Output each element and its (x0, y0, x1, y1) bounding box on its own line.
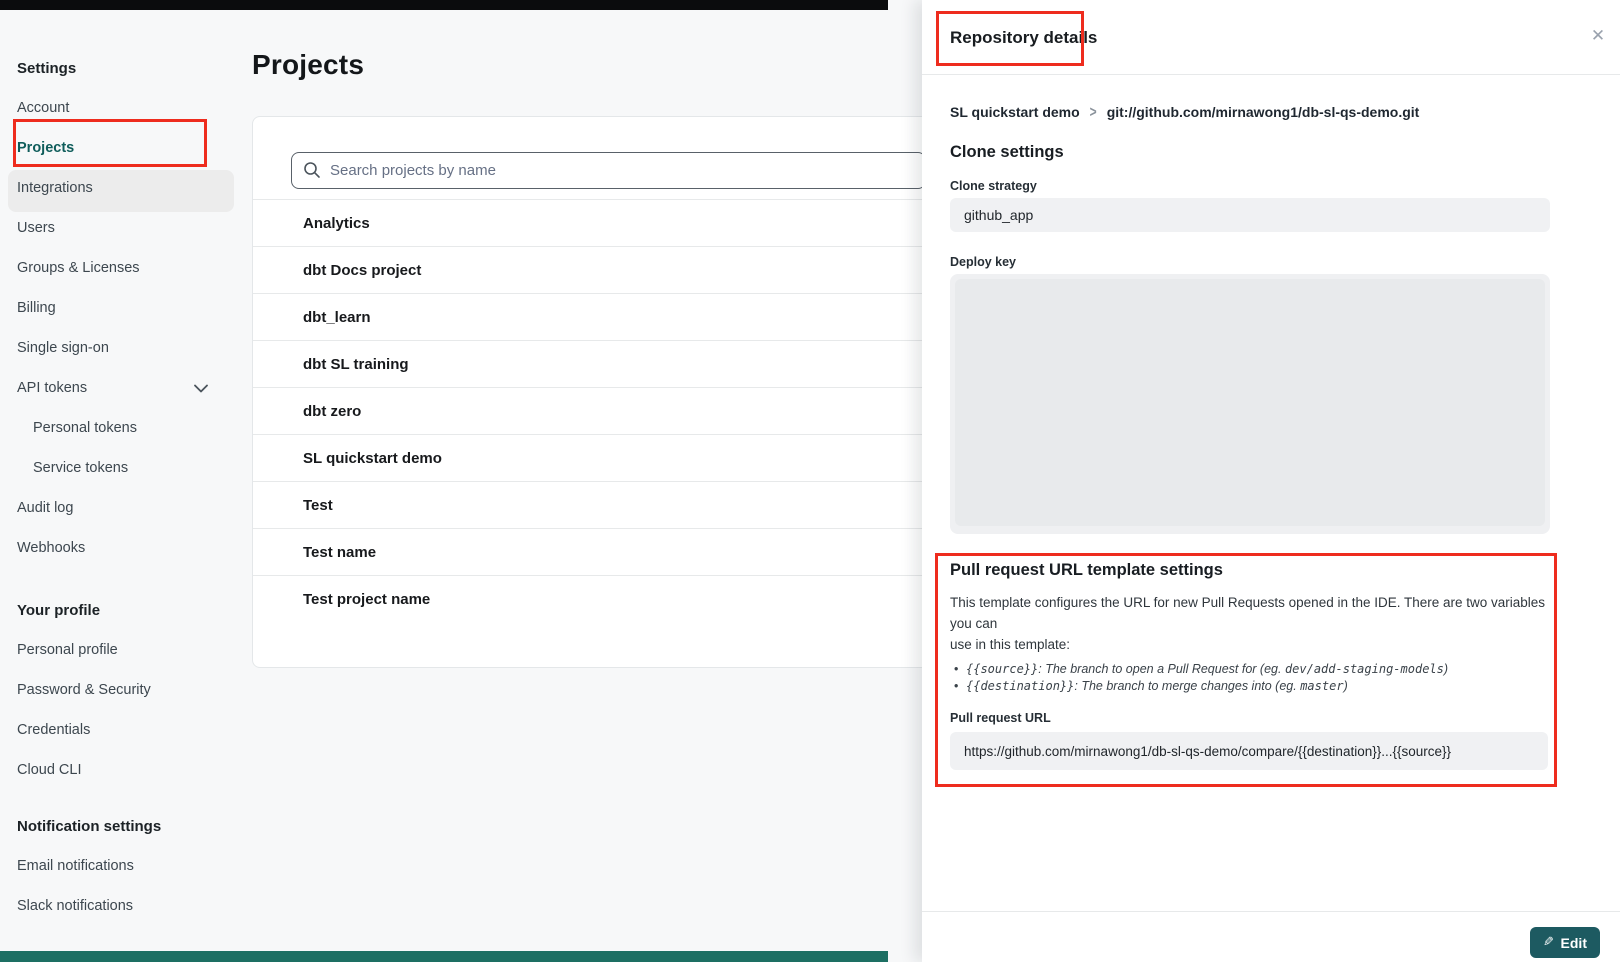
sidebar-item-slack-notifications[interactable]: Slack notifications (0, 886, 240, 926)
app-bottom-bar (0, 951, 888, 962)
search-icon (303, 161, 321, 184)
repository-details-drawer: Repository details ✕ SL quickstart demo … (922, 0, 1620, 962)
sidebar-item-label: Audit log (17, 500, 73, 516)
project-row-sl-quickstart-demo[interactable]: SL quickstart demo (253, 434, 941, 481)
pull-request-template-section: Pull request URL template settings This … (950, 561, 1546, 770)
drawer-header: Repository details ✕ (922, 0, 1620, 75)
projects-card: Analyticsdbt Docs projectdbt_learndbt SL… (252, 116, 942, 668)
pr-template-variables: {{source}}: The branch to open a Pull Re… (950, 661, 1546, 695)
sidebar-item-webhooks[interactable]: Webhooks (0, 528, 240, 568)
app-top-bar (0, 0, 888, 10)
sidebar-item-label: Credentials (17, 722, 90, 738)
pull-request-url-value: https://github.com/mirnawong1/db-sl-qs-d… (950, 732, 1548, 770)
sidebar-item-label: Notification settings (17, 818, 161, 835)
sidebar-item-projects[interactable]: Projects (0, 128, 240, 168)
sidebar-item-users[interactable]: Users (0, 208, 240, 248)
sidebar-item-personal-profile[interactable]: Personal profile (0, 630, 240, 670)
pr-variable-bullet: {{source}}: The branch to open a Pull Re… (950, 661, 1546, 678)
sidebar-item-label: API tokens (17, 380, 87, 396)
sidebar-item-personal-tokens[interactable]: Personal tokens (0, 408, 240, 448)
deploy-key-field (950, 274, 1550, 534)
sidebar-item-label: Account (17, 100, 69, 116)
breadcrumb-project[interactable]: SL quickstart demo (950, 104, 1080, 120)
project-row-analytics[interactable]: Analytics (253, 199, 941, 246)
sidebar-item-label: Users (17, 220, 55, 236)
sidebar-item-label: Slack notifications (17, 898, 133, 914)
sidebar-item-label: Billing (17, 300, 56, 316)
project-row-test-name[interactable]: Test name (253, 528, 941, 575)
sidebar-item-label: Webhooks (17, 540, 85, 556)
pr-variable-bullet: {{destination}}: The branch to merge cha… (950, 678, 1546, 695)
pr-template-description: This template configures the URL for new… (950, 592, 1546, 655)
project-row-test-project-name[interactable]: Test project name (253, 575, 941, 622)
sidebar-item-label: Personal profile (17, 642, 118, 658)
sidebar-item-password-security[interactable]: Password & Security (0, 670, 240, 710)
chevron-down-icon[interactable] (194, 384, 208, 393)
sidebar-item-credentials[interactable]: Credentials (0, 710, 240, 750)
pencil-icon: ✎ (1543, 935, 1554, 950)
page-title: Projects (252, 49, 364, 81)
deploy-key-redacted-value (955, 279, 1545, 526)
sidebar-item-groups-licenses[interactable]: Groups & Licenses (0, 248, 240, 288)
sidebar-item-cloud-cli[interactable]: Cloud CLI (0, 750, 240, 790)
project-row-dbt-docs-project[interactable]: dbt Docs project (253, 246, 941, 293)
deploy-key-label: Deploy key (950, 255, 1016, 269)
sidebar-item-billing[interactable]: Billing (0, 288, 240, 328)
clone-strategy-label: Clone strategy (950, 179, 1037, 193)
sidebar-item-label: Single sign-on (17, 340, 109, 356)
project-row-dbt-learn[interactable]: dbt_learn (253, 293, 941, 340)
pull-request-url-label: Pull request URL (950, 711, 1546, 725)
sidebar-item-email-notifications[interactable]: Email notifications (0, 846, 240, 886)
sidebar-item-label: Settings (17, 60, 76, 77)
breadcrumb-repo-url: git://github.com/mirnawong1/db-sl-qs-dem… (1107, 104, 1420, 120)
sidebar-item-single-sign-on[interactable]: Single sign-on (0, 328, 240, 368)
sidebar-item-integrations[interactable]: Integrations (0, 168, 240, 208)
sidebar-item-label: Service tokens (33, 460, 128, 476)
sidebar-item-label: Password & Security (17, 682, 151, 698)
drawer-title: Repository details (950, 28, 1097, 48)
clone-settings-heading: Clone settings (950, 143, 1064, 162)
sidebar-item-label: Projects (17, 140, 74, 156)
sidebar-item-label: Groups & Licenses (17, 260, 140, 276)
project-row-dbt-sl-training[interactable]: dbt SL training (253, 340, 941, 387)
sidebar-item-account[interactable]: Account (0, 88, 240, 128)
sidebar-heading-your-profile: Your profile (0, 590, 240, 630)
settings-sidebar: Settings Account Projects Integrations Users… (0, 48, 240, 926)
sidebar-item-service-tokens[interactable]: Service tokens (0, 448, 240, 488)
clone-strategy-value: github_app (950, 198, 1550, 232)
edit-button[interactable]: ✎ Edit (1530, 927, 1600, 958)
sidebar-item-label: Personal tokens (33, 420, 137, 436)
breadcrumb-separator-icon: > (1090, 103, 1097, 121)
breadcrumb: SL quickstart demo > git://github.com/mi… (950, 104, 1419, 120)
drawer-footer: ✎ Edit (922, 911, 1620, 962)
sidebar-heading-settings: Settings (0, 48, 240, 88)
sidebar-item-label: Integrations (17, 180, 93, 196)
project-row-test[interactable]: Test (253, 481, 941, 528)
project-row-dbt-zero[interactable]: dbt zero (253, 387, 941, 434)
search-input[interactable] (291, 152, 926, 189)
close-icon[interactable]: ✕ (1586, 24, 1610, 48)
pr-template-heading: Pull request URL template settings (950, 561, 1546, 580)
sidebar-heading-notification-settings: Notification settings (0, 806, 240, 846)
edit-button-label: Edit (1561, 935, 1587, 951)
sidebar-item-label: Your profile (17, 602, 100, 619)
sidebar-item-audit-log[interactable]: Audit log (0, 488, 240, 528)
sidebar-item-label: Cloud CLI (17, 762, 81, 778)
sidebar-item-api-tokens[interactable]: API tokens (0, 368, 240, 408)
sidebar-item-label: Email notifications (17, 858, 134, 874)
project-list: Analyticsdbt Docs projectdbt_learndbt SL… (253, 199, 941, 622)
